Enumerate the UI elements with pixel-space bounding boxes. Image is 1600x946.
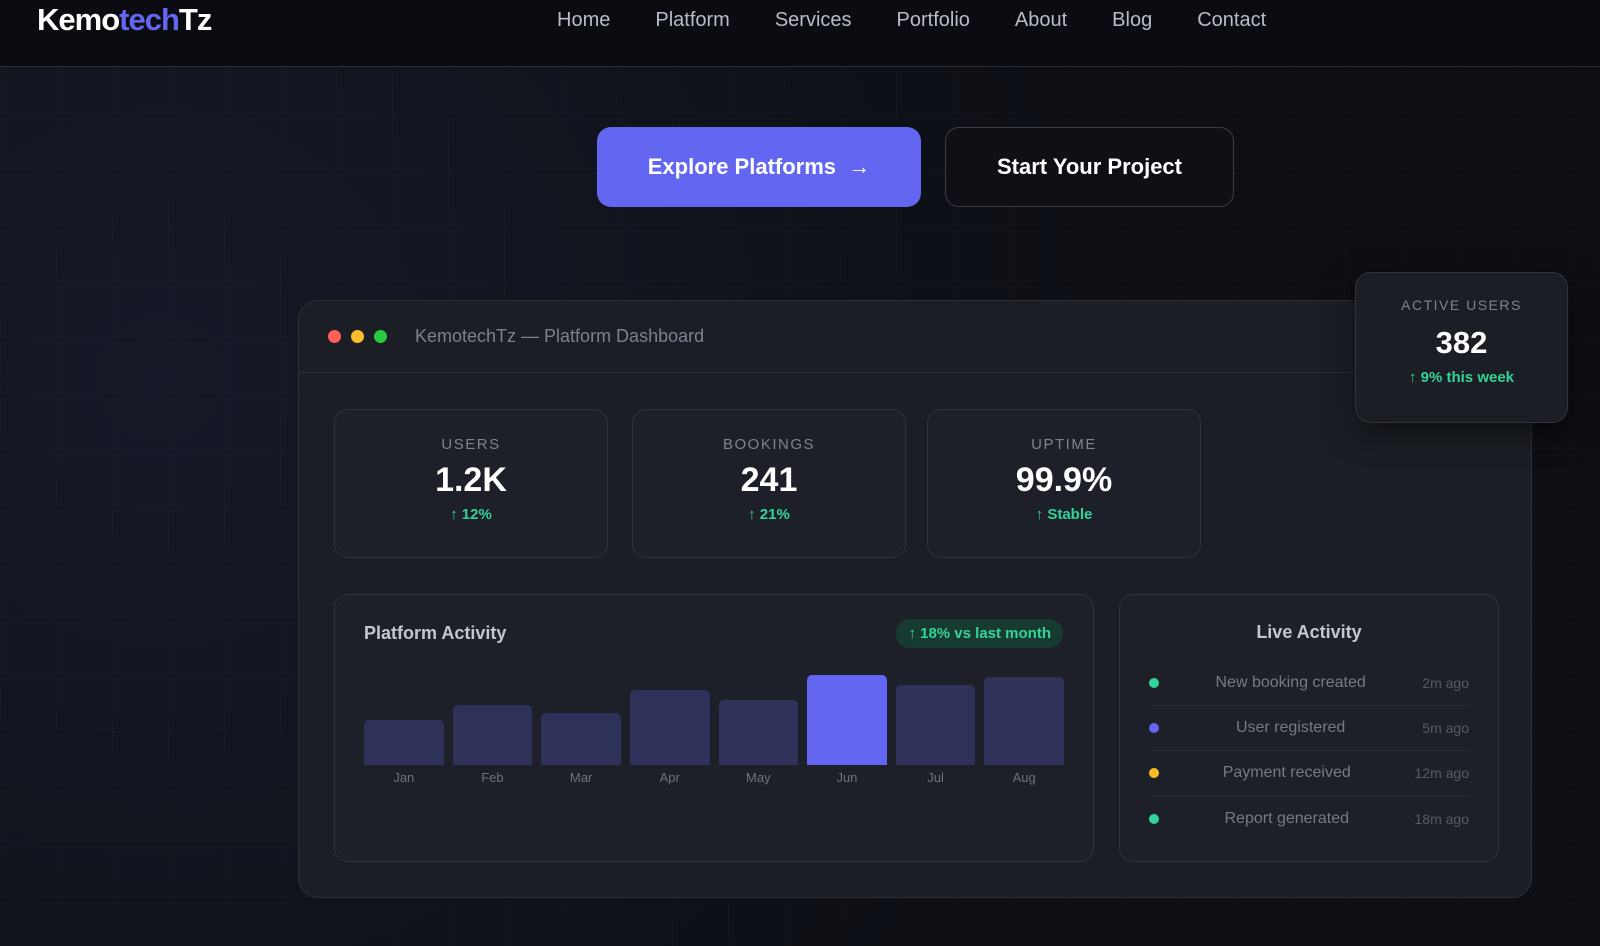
platform-activity-panel: Platform Activity ↑ 18% vs last month Ja…: [334, 594, 1094, 862]
nav-links: Home Platform Services Portfolio About B…: [557, 9, 1311, 32]
activity-text: New booking created: [1159, 674, 1422, 692]
stat-change: ↑ 21%: [633, 506, 905, 523]
x-tick-label: Jun: [807, 770, 887, 785]
button-label: Start Your Project: [997, 154, 1182, 180]
stat-value: 99.9%: [928, 461, 1200, 500]
maximize-dot-icon: [374, 330, 387, 343]
top-nav: KemotechTz Home Platform Services Portfo…: [0, 0, 1600, 67]
status-dot-icon: [1149, 768, 1159, 778]
nav-platform[interactable]: Platform: [655, 9, 729, 32]
bar-jul: [896, 685, 976, 765]
stat-label: BOOKINGS: [633, 436, 905, 453]
status-dot-icon: [1149, 814, 1159, 824]
stat-card-uptime: UPTIME 99.9% ↑ Stable: [927, 409, 1201, 558]
stat-value: 241: [633, 461, 905, 500]
start-project-button[interactable]: Start Your Project: [945, 127, 1234, 207]
stat-label: UPTIME: [928, 436, 1200, 453]
x-tick-label: Mar: [541, 770, 621, 785]
x-tick-label: May: [719, 770, 799, 785]
x-tick-label: Apr: [630, 770, 710, 785]
x-tick-label: Jul: [896, 770, 976, 785]
explore-platforms-button[interactable]: Explore Platforms →: [597, 127, 921, 207]
activity-list: New booking created2m agoUser registered…: [1120, 661, 1498, 841]
bar-aug: [984, 677, 1064, 765]
activity-item: Report generated18m ago: [1149, 796, 1469, 841]
logo-text: Tz: [179, 2, 211, 37]
chart-title: Platform Activity: [364, 623, 506, 644]
stat-card-users: USERS 1.2K ↑ 12%: [334, 409, 608, 558]
activity-item: User registered5m ago: [1149, 706, 1469, 751]
bar-mar: [541, 713, 621, 765]
bar-chart: [364, 655, 1064, 765]
bar-may: [719, 700, 799, 765]
nav-portfolio[interactable]: Portfolio: [897, 9, 970, 32]
minimize-dot-icon: [351, 330, 364, 343]
month-labels: Jan Feb Mar Apr May Jun Jul Aug: [364, 770, 1064, 785]
logo-accent: tech: [119, 2, 179, 37]
button-label: Explore Platforms: [648, 154, 836, 180]
nav-home[interactable]: Home: [557, 9, 610, 32]
x-tick-label: Aug: [984, 770, 1064, 785]
x-tick-label: Feb: [453, 770, 533, 785]
bar-feb: [453, 705, 533, 765]
stat-change: ↑ Stable: [928, 506, 1200, 523]
activity-time: 12m ago: [1415, 765, 1469, 781]
nav-blog[interactable]: Blog: [1112, 9, 1152, 32]
logo[interactable]: KemotechTz: [37, 2, 211, 38]
nav-about[interactable]: About: [1015, 9, 1067, 32]
active-users-card: ACTIVE USERS 382 ↑ 9% this week: [1355, 272, 1568, 423]
activity-time: 5m ago: [1422, 720, 1469, 736]
activity-item: New booking created2m ago: [1149, 661, 1469, 706]
close-dot-icon: [328, 330, 341, 343]
bar-jun: [807, 675, 887, 765]
status-dot-icon: [1149, 678, 1159, 688]
bar-apr: [630, 690, 710, 765]
stat-value: 1.2K: [335, 461, 607, 500]
stat-change: ↑ 12%: [335, 506, 607, 523]
stat-label: USERS: [335, 436, 607, 453]
window-title: KemotechTz — Platform Dashboard: [415, 326, 704, 347]
active-users-change: ↑ 9% this week: [1356, 369, 1567, 386]
nav-contact[interactable]: Contact: [1197, 9, 1266, 32]
growth-badge: ↑ 18% vs last month: [896, 619, 1063, 648]
window-titlebar: KemotechTz — Platform Dashboard: [299, 301, 1531, 373]
x-tick-label: Jan: [364, 770, 444, 785]
stat-card-bookings: BOOKINGS 241 ↑ 21%: [632, 409, 906, 558]
arrow-right-icon: →: [848, 154, 870, 180]
activity-text: Report generated: [1159, 810, 1415, 828]
activity-text: User registered: [1159, 719, 1422, 737]
nav-services[interactable]: Services: [775, 9, 852, 32]
active-users-value: 382: [1356, 325, 1567, 361]
activity-time: 18m ago: [1415, 811, 1469, 827]
activity-text: Payment received: [1159, 764, 1415, 782]
live-activity-panel: Live Activity New booking created2m agoU…: [1119, 594, 1499, 862]
bar-jan: [364, 720, 444, 765]
active-users-label: ACTIVE USERS: [1356, 297, 1567, 313]
activity-time: 2m ago: [1422, 675, 1469, 691]
live-activity-title: Live Activity: [1120, 622, 1498, 643]
logo-text: Kemo: [37, 2, 119, 37]
activity-item: Payment received12m ago: [1149, 751, 1469, 796]
status-dot-icon: [1149, 723, 1159, 733]
dashboard-window: KemotechTz — Platform Dashboard USERS 1.…: [298, 300, 1532, 898]
